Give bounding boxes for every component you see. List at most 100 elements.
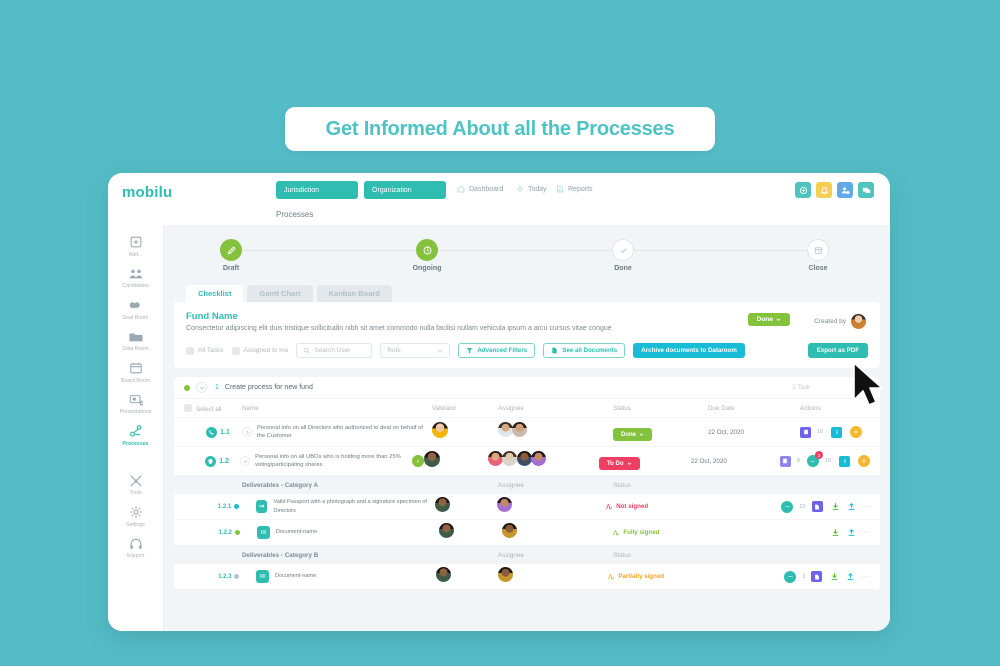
chevron-down-icon[interactable]: [196, 382, 207, 393]
document-icon: [552, 347, 557, 354]
row-status[interactable]: To Do: [598, 452, 691, 471]
download-icon[interactable]: [831, 524, 840, 542]
step-done[interactable]: Done: [578, 239, 668, 272]
upload-icon[interactable]: [847, 498, 856, 516]
chat-icon[interactable]: [784, 570, 797, 583]
sidebar-item-processes[interactable]: Processes: [108, 424, 163, 447]
download-icon[interactable]: [830, 568, 839, 586]
see-all-documents-button[interactable]: See all Documents: [543, 343, 626, 358]
tasks-table: 1 Create process for new fund 3 Task Sel…: [174, 377, 880, 590]
table-row[interactable]: 1.1 Personal info on all Directors who a…: [174, 418, 880, 447]
deliverable-row[interactable]: 1.2.2 Document-name Fully signed ···: [174, 520, 880, 546]
role-select[interactable]: Role: [380, 343, 451, 358]
sidebar-item-settings[interactable]: Settings: [108, 505, 163, 528]
step-draft[interactable]: Draft: [186, 239, 276, 272]
all-tasks-checkbox[interactable]: All Tasks: [186, 346, 224, 355]
deliverable-row[interactable]: 1.2.1 Valid Passport with a photograph a…: [174, 494, 880, 520]
jurisdiction-pill[interactable]: Jurisdiction: [276, 181, 358, 199]
breadcrumb: Processes: [276, 210, 314, 219]
step-close[interactable]: Close: [773, 239, 863, 272]
avatar[interactable]: [512, 422, 528, 437]
avatar[interactable]: [423, 450, 440, 467]
search-input[interactable]: Search User: [296, 343, 373, 358]
tab-checklist[interactable]: Checklist: [186, 285, 244, 302]
chat-count: 10: [824, 458, 831, 464]
sidebar-item-data-room[interactable]: Data Room: [108, 330, 163, 352]
add-icon[interactable]: [850, 426, 863, 438]
chevron-right-icon[interactable]: [242, 427, 252, 437]
sidebar-item-presentations-label: Presentations: [119, 409, 152, 415]
avatar[interactable]: [531, 451, 547, 466]
avatar[interactable]: [438, 522, 454, 538]
select-all-checkbox[interactable]: Select all: [184, 403, 242, 413]
info-icon[interactable]: [831, 426, 843, 438]
avatar[interactable]: [434, 496, 450, 512]
app-logo[interactable]: mobilu: [122, 184, 172, 201]
add-icon[interactable]: [795, 182, 811, 198]
avatar[interactable]: [487, 451, 503, 466]
more-icon[interactable]: ···: [861, 502, 871, 511]
deliverable-assignee: [496, 496, 605, 517]
tab-kanban-board-label: Kanban Board: [328, 289, 380, 298]
avatar[interactable]: [502, 522, 518, 538]
status-badge[interactable]: To Do: [598, 457, 640, 471]
sidebar-item-support-label: Support: [126, 553, 145, 559]
sidebar-item-board-room[interactable]: Board Room: [108, 361, 163, 384]
nav-dashboard[interactable]: Dashboard: [457, 185, 503, 193]
add-icon[interactable]: [858, 455, 870, 467]
document-icon[interactable]: [779, 455, 791, 467]
document-icon[interactable]: [811, 501, 823, 512]
advanced-filters-button[interactable]: Advanced Filters: [458, 343, 536, 358]
avatar[interactable]: [496, 496, 512, 512]
info-icon[interactable]: [839, 455, 850, 467]
sidebar-item-support[interactable]: Support: [108, 537, 163, 559]
nav-reports[interactable]: Reports: [556, 185, 593, 193]
chat-icon[interactable]: [858, 182, 874, 198]
export-as-pdf-button[interactable]: Export as PDF: [807, 343, 868, 358]
user-add-icon[interactable]: [837, 182, 853, 198]
chat-icon[interactable]: [781, 500, 794, 513]
avatar[interactable]: [516, 451, 532, 466]
table-row[interactable]: 1.2 Personal info on all UBOs who is hol…: [174, 447, 880, 476]
sidebar-item-add[interactable]: Add...: [108, 235, 163, 258]
avatar[interactable]: [498, 422, 513, 437]
folder-icon: [128, 333, 143, 341]
tab-kanban-board[interactable]: Kanban Board: [316, 285, 392, 302]
alert-badge-icon[interactable]: [411, 455, 424, 467]
tab-gantt-chart[interactable]: Gantt Chart: [247, 285, 313, 302]
row-assignees: [487, 451, 599, 471]
upload-icon[interactable]: [847, 524, 856, 542]
sidebar-item-candidates[interactable]: Candidates: [108, 267, 163, 289]
sign-status-label: Not signed: [616, 503, 649, 510]
document-icon[interactable]: [800, 426, 811, 438]
upload-icon[interactable]: [846, 568, 855, 586]
bell-icon[interactable]: [816, 182, 832, 198]
step-ongoing[interactable]: Ongoing: [382, 239, 472, 272]
sidebar-item-deal-room[interactable]: Deal Room: [108, 298, 163, 321]
avatar[interactable]: [851, 314, 866, 329]
group-row[interactable]: 1 Create process for new fund 3 Task: [174, 377, 880, 399]
fund-status-label: Done: [756, 316, 773, 323]
assigned-to-me-checkbox[interactable]: Assigned to me: [231, 346, 288, 355]
sidebar-item-tools[interactable]: Tools: [108, 474, 163, 496]
archive-documents-button[interactable]: Archive documents to Dataroom: [633, 343, 745, 358]
chat-icon[interactable]: 3: [806, 451, 823, 467]
status-badge[interactable]: Done: [613, 428, 652, 442]
organization-pill[interactable]: Organization: [364, 181, 446, 199]
avatar[interactable]: [498, 566, 514, 582]
more-icon[interactable]: ···: [860, 572, 870, 581]
row-status[interactable]: Done: [613, 423, 708, 442]
nav-today[interactable]: Today: [516, 185, 547, 193]
avatar[interactable]: [432, 421, 448, 438]
chevron-down-icon[interactable]: [240, 456, 251, 466]
people-icon: [129, 269, 142, 278]
more-icon[interactable]: ···: [861, 528, 871, 537]
avatar[interactable]: [435, 566, 451, 582]
calendar-icon: [129, 362, 142, 374]
deliverable-row[interactable]: 1.2.3 Document-name Partially signed 3 ·…: [174, 564, 880, 590]
fund-status-badge[interactable]: Done: [747, 313, 790, 326]
sidebar-item-presentations[interactable]: Presentations: [108, 393, 163, 415]
download-icon[interactable]: [831, 498, 840, 516]
avatar[interactable]: [502, 451, 518, 466]
document-icon[interactable]: [811, 571, 823, 582]
